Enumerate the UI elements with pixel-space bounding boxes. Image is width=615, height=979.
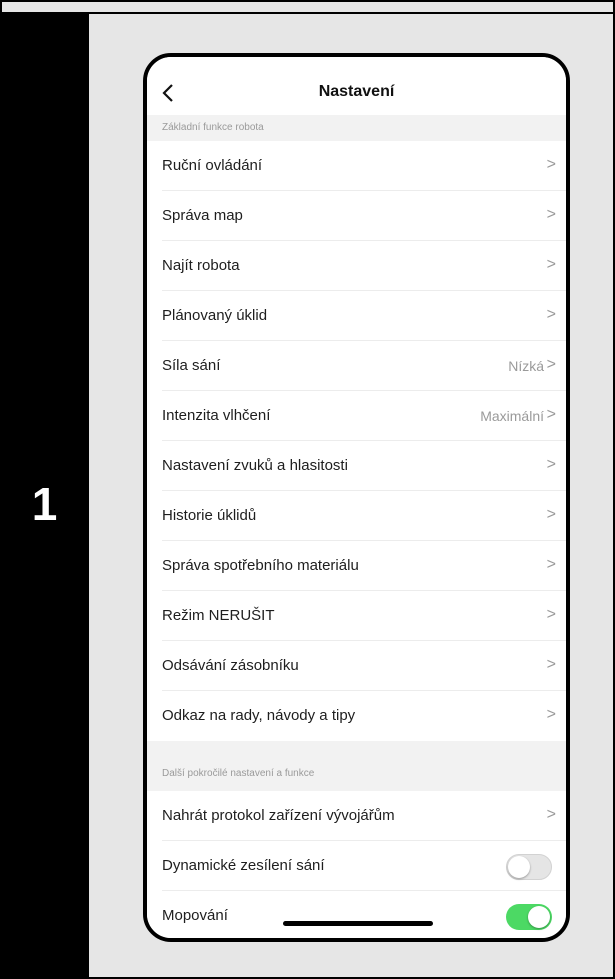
chevron-right-icon: > bbox=[546, 406, 556, 423]
chevron-right-icon: > bbox=[546, 156, 556, 173]
phone-screen: Nastavení Základní funkce robota Ruční o… bbox=[143, 53, 570, 942]
settings-item-mop-intensity[interactable]: Intenzita vlhčení Maximální > bbox=[147, 391, 566, 441]
settings-item-value: Nízká bbox=[508, 358, 544, 374]
chevron-right-icon: > bbox=[546, 656, 556, 673]
chevron-right-icon: > bbox=[546, 306, 556, 323]
settings-item-label: Najít robota bbox=[162, 257, 240, 274]
settings-item-mopping: Mopování bbox=[147, 891, 566, 938]
settings-item-label: Ruční ovládání bbox=[162, 157, 263, 174]
settings-item-label: Mopování bbox=[162, 907, 228, 924]
section-header-advanced: Další pokročilé nastavení a funkce bbox=[147, 741, 566, 791]
settings-item-find-robot[interactable]: Najít robota > bbox=[147, 241, 566, 291]
chevron-right-icon: > bbox=[546, 256, 556, 273]
chevron-right-icon: > bbox=[546, 506, 556, 523]
chevron-right-icon: > bbox=[546, 356, 556, 373]
settings-item-label: Režim NERUŠIT bbox=[162, 607, 275, 624]
chevron-right-icon: > bbox=[546, 806, 556, 823]
chevron-right-icon: > bbox=[546, 606, 556, 623]
settings-item-map-management[interactable]: Správa map > bbox=[147, 191, 566, 241]
settings-item-manual-control[interactable]: Ruční ovládání > bbox=[147, 141, 566, 191]
toggle-knob bbox=[528, 906, 550, 928]
step-number: 1 bbox=[31, 478, 58, 530]
settings-item-label: Síla sání bbox=[162, 357, 221, 374]
settings-item-label: Správa spotřebního materiálu bbox=[162, 557, 359, 574]
settings-item-label: Intenzita vlhčení bbox=[162, 407, 271, 424]
settings-item-label: Dynamické zesílení sání bbox=[162, 857, 325, 874]
settings-item-do-not-disturb[interactable]: Režim NERUŠIT > bbox=[147, 591, 566, 641]
settings-item-scheduled-cleaning[interactable]: Plánovaný úklid > bbox=[147, 291, 566, 341]
chevron-right-icon: > bbox=[546, 706, 556, 723]
mopping-toggle[interactable] bbox=[506, 904, 552, 930]
section-header-basic: Základní funkce robota bbox=[147, 115, 566, 141]
settings-item-label: Nastavení zvuků a hlasitosti bbox=[162, 457, 348, 474]
settings-item-upload-log[interactable]: Nahrát protokol zařízení vývojářům > bbox=[147, 791, 566, 841]
settings-item-cleaning-history[interactable]: Historie úklidů > bbox=[147, 491, 566, 541]
settings-item-suction-power[interactable]: Síla sání Nízká > bbox=[147, 341, 566, 391]
chevron-right-icon: > bbox=[546, 556, 556, 573]
settings-item-label: Plánovaný úklid bbox=[162, 307, 268, 324]
top-rule bbox=[0, 12, 613, 14]
settings-item-tips-link[interactable]: Odkaz na rady, návody a tipy > bbox=[147, 691, 566, 741]
settings-item-label: Historie úklidů bbox=[162, 507, 257, 524]
toggle-knob bbox=[508, 856, 530, 878]
dynamic-suction-toggle[interactable] bbox=[506, 854, 552, 880]
settings-item-value: Maximální bbox=[480, 408, 544, 424]
settings-item-label: Odsávání zásobníku bbox=[162, 657, 299, 674]
header: Nastavení bbox=[147, 57, 566, 115]
settings-item-dynamic-suction: Dynamické zesílení sání bbox=[147, 841, 566, 891]
chevron-right-icon: > bbox=[546, 456, 556, 473]
settings-item-label: Správa map bbox=[162, 207, 243, 224]
page-title: Nastavení bbox=[318, 83, 395, 100]
settings-item-consumables[interactable]: Správa spotřebního materiálu > bbox=[147, 541, 566, 591]
settings-item-label: Nahrát protokol zařízení vývojářům bbox=[162, 807, 395, 824]
home-indicator bbox=[283, 921, 433, 926]
settings-item-dustbin-evacuation[interactable]: Odsávání zásobníku > bbox=[147, 641, 566, 691]
settings-item-sound-volume[interactable]: Nastavení zvuků a hlasitosti > bbox=[147, 441, 566, 491]
settings-item-label: Odkaz na rady, návody a tipy bbox=[162, 707, 356, 724]
chevron-right-icon: > bbox=[546, 206, 556, 223]
